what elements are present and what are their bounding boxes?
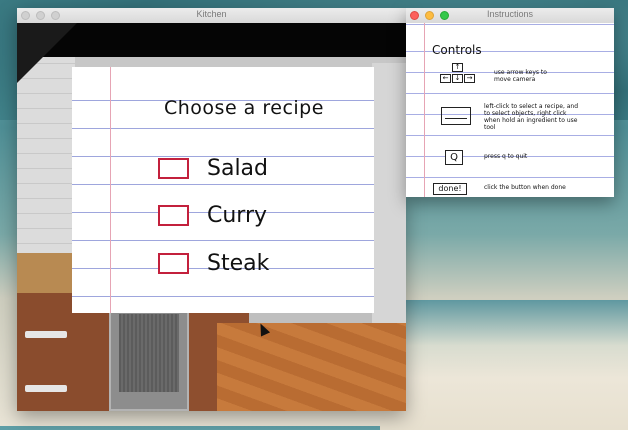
mouse-description: left-click to select a recipe, and to se… xyxy=(484,103,579,131)
wood-floor xyxy=(217,323,406,411)
recipe-label: Steak xyxy=(207,251,270,276)
arrow-keys-icon: ↑ ← ↓ → xyxy=(440,63,476,91)
recipe-card: Choose a recipe Salad Curry Steak xyxy=(72,67,374,313)
recipe-checkbox[interactable] xyxy=(158,253,189,274)
paper-margin-line xyxy=(424,23,425,197)
paper-margin-line xyxy=(110,67,111,313)
countertop xyxy=(17,253,77,293)
kitchen-titlebar[interactable]: Kitchen xyxy=(17,8,406,24)
instructions-window-title: Instructions xyxy=(486,9,534,19)
recipe-label: Salad xyxy=(207,156,269,181)
arrow-down-key-icon: ↓ xyxy=(452,74,463,83)
arrow-keys-description: use arrow keys to move camera xyxy=(494,69,547,83)
instructions-window: Instructions Controls ↑ ← ↓ → use arrow … xyxy=(406,8,614,197)
oven[interactable] xyxy=(109,298,189,411)
controls-heading: Controls xyxy=(432,43,482,57)
ceiling xyxy=(17,23,406,57)
oven-window xyxy=(119,314,179,392)
recipe-label: Curry xyxy=(207,203,268,228)
done-description: click the button when done xyxy=(484,184,566,191)
instructions-titlebar[interactable]: Instructions xyxy=(406,8,614,24)
recipe-option-steak[interactable]: Steak xyxy=(158,251,269,276)
recipe-checkbox[interactable] xyxy=(158,158,189,179)
arrow-right-key-icon: → xyxy=(464,74,475,83)
drawer-handle xyxy=(25,385,67,392)
kitchen-window-title: Kitchen xyxy=(196,9,227,19)
kitchen-window: Kitchen Choose a recipe Salad Curry Stea… xyxy=(17,8,406,411)
q-key-icon: Q xyxy=(445,150,463,165)
done-button[interactable]: done! xyxy=(433,183,467,195)
right-wall xyxy=(372,63,406,323)
recipe-heading: Choose a recipe xyxy=(164,97,324,119)
recipe-option-curry[interactable]: Curry xyxy=(158,203,267,228)
mouse-icon xyxy=(441,107,471,125)
drawer-handle xyxy=(25,331,67,338)
recipe-option-salad[interactable]: Salad xyxy=(158,156,268,181)
kitchen-scene[interactable]: Choose a recipe Salad Curry Steak xyxy=(17,23,406,411)
instructions-paper: Controls ↑ ← ↓ → use arrow keys to move … xyxy=(406,23,614,197)
arrow-up-key-icon: ↑ xyxy=(452,63,463,72)
quit-description: press q to quit xyxy=(484,153,528,160)
desktop-background-beach xyxy=(380,300,628,430)
arrow-left-key-icon: ← xyxy=(440,74,451,83)
recipe-checkbox[interactable] xyxy=(158,205,189,226)
